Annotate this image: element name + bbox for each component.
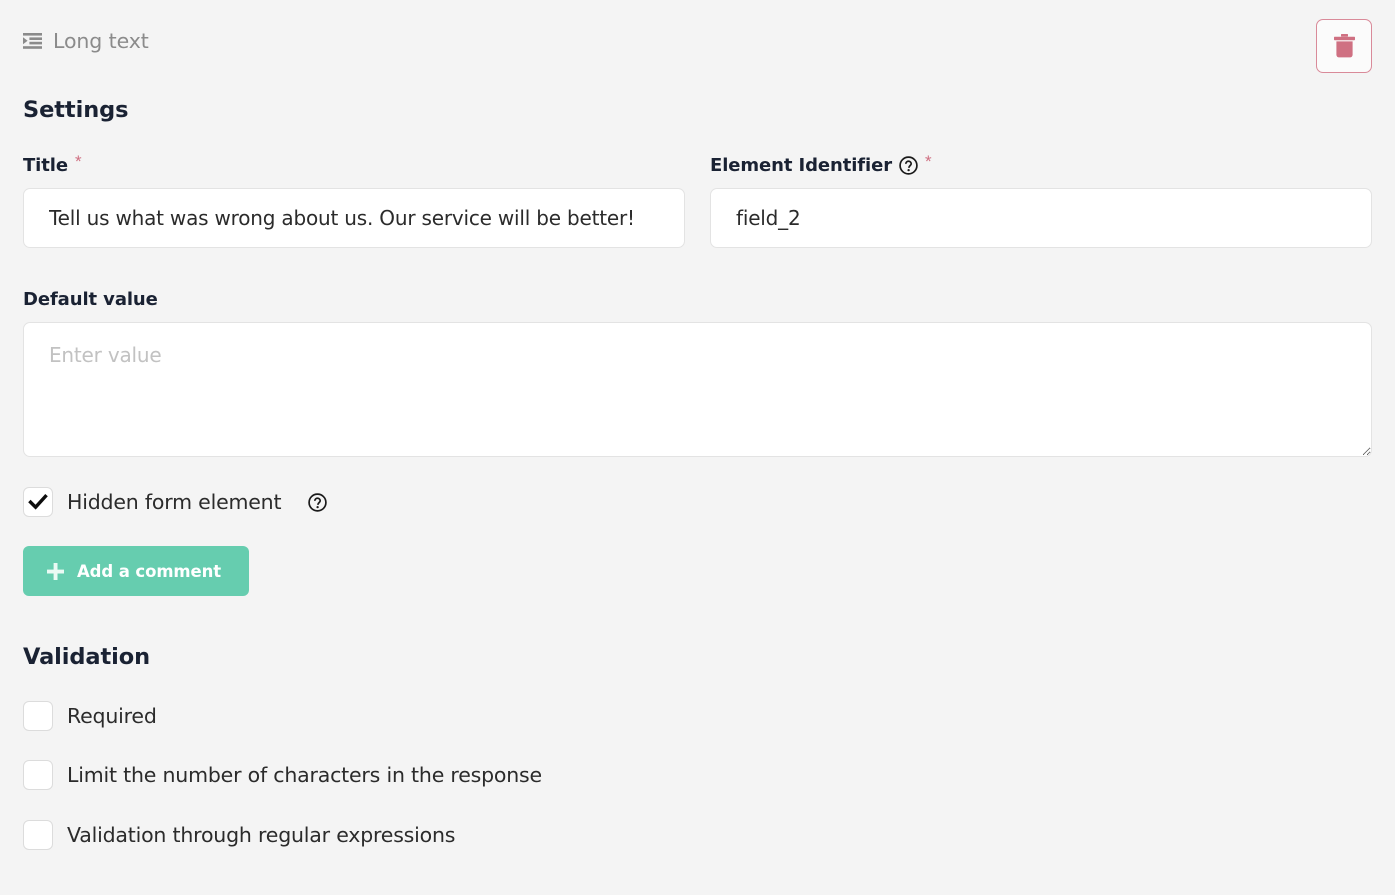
element-type-label: Long text [53, 29, 149, 53]
trash-icon [1333, 34, 1355, 58]
add-comment-label: Add a comment [77, 561, 222, 581]
identifier-field-group: Element Identifier * [710, 152, 1372, 248]
question-circle-icon[interactable] [899, 156, 918, 175]
text-indent-icon [23, 33, 42, 50]
plus-icon [47, 562, 64, 580]
regex-checkbox[interactable] [23, 820, 53, 850]
title-field-group: Title * [23, 152, 685, 248]
element-identifier-input[interactable] [710, 188, 1372, 248]
identifier-label-wrap: Element Identifier * [710, 152, 1372, 179]
validation-heading: Validation [23, 644, 151, 670]
required-label: Required [67, 703, 157, 728]
hidden-form-element-label: Hidden form element [67, 489, 282, 514]
element-type-indicator: Long text [23, 31, 149, 52]
default-value-label: Default value [23, 289, 158, 310]
limit-characters-checkbox[interactable] [23, 760, 53, 790]
question-circle-icon[interactable] [308, 493, 328, 512]
required-checkbox[interactable] [23, 701, 53, 731]
identifier-label: Element Identifier [710, 155, 892, 176]
settings-heading: Settings [23, 97, 129, 123]
title-required-marker: * [74, 152, 82, 171]
add-comment-button[interactable]: Add a comment [23, 546, 250, 596]
regex-label: Validation through regular expressions [67, 822, 456, 847]
settings-fields-row: Title * Element Identifier * [23, 152, 1372, 248]
title-label: Title [23, 155, 68, 176]
hidden-form-element-checkbox[interactable] [23, 487, 53, 517]
validation-option-limit-characters[interactable]: Limit the number of characters in the re… [23, 760, 542, 790]
hidden-form-element-row[interactable]: Hidden form element [23, 487, 328, 517]
validation-option-regex[interactable]: Validation through regular expressions [23, 820, 455, 850]
limit-characters-label: Limit the number of characters in the re… [67, 762, 542, 787]
panel-header: Long text [23, 0, 1372, 92]
title-label-wrap: Title * [23, 152, 685, 179]
default-value-label-wrap: Default value [23, 289, 1372, 313]
validation-option-required[interactable]: Required [23, 701, 157, 731]
title-input[interactable] [23, 188, 685, 248]
identifier-required-marker: * [925, 152, 932, 171]
default-value-group: Default value [23, 289, 1372, 457]
default-value-textarea[interactable] [23, 322, 1372, 457]
delete-element-button[interactable] [1316, 19, 1372, 73]
element-settings-panel: Long text Settings Title * Element [0, 0, 1395, 895]
